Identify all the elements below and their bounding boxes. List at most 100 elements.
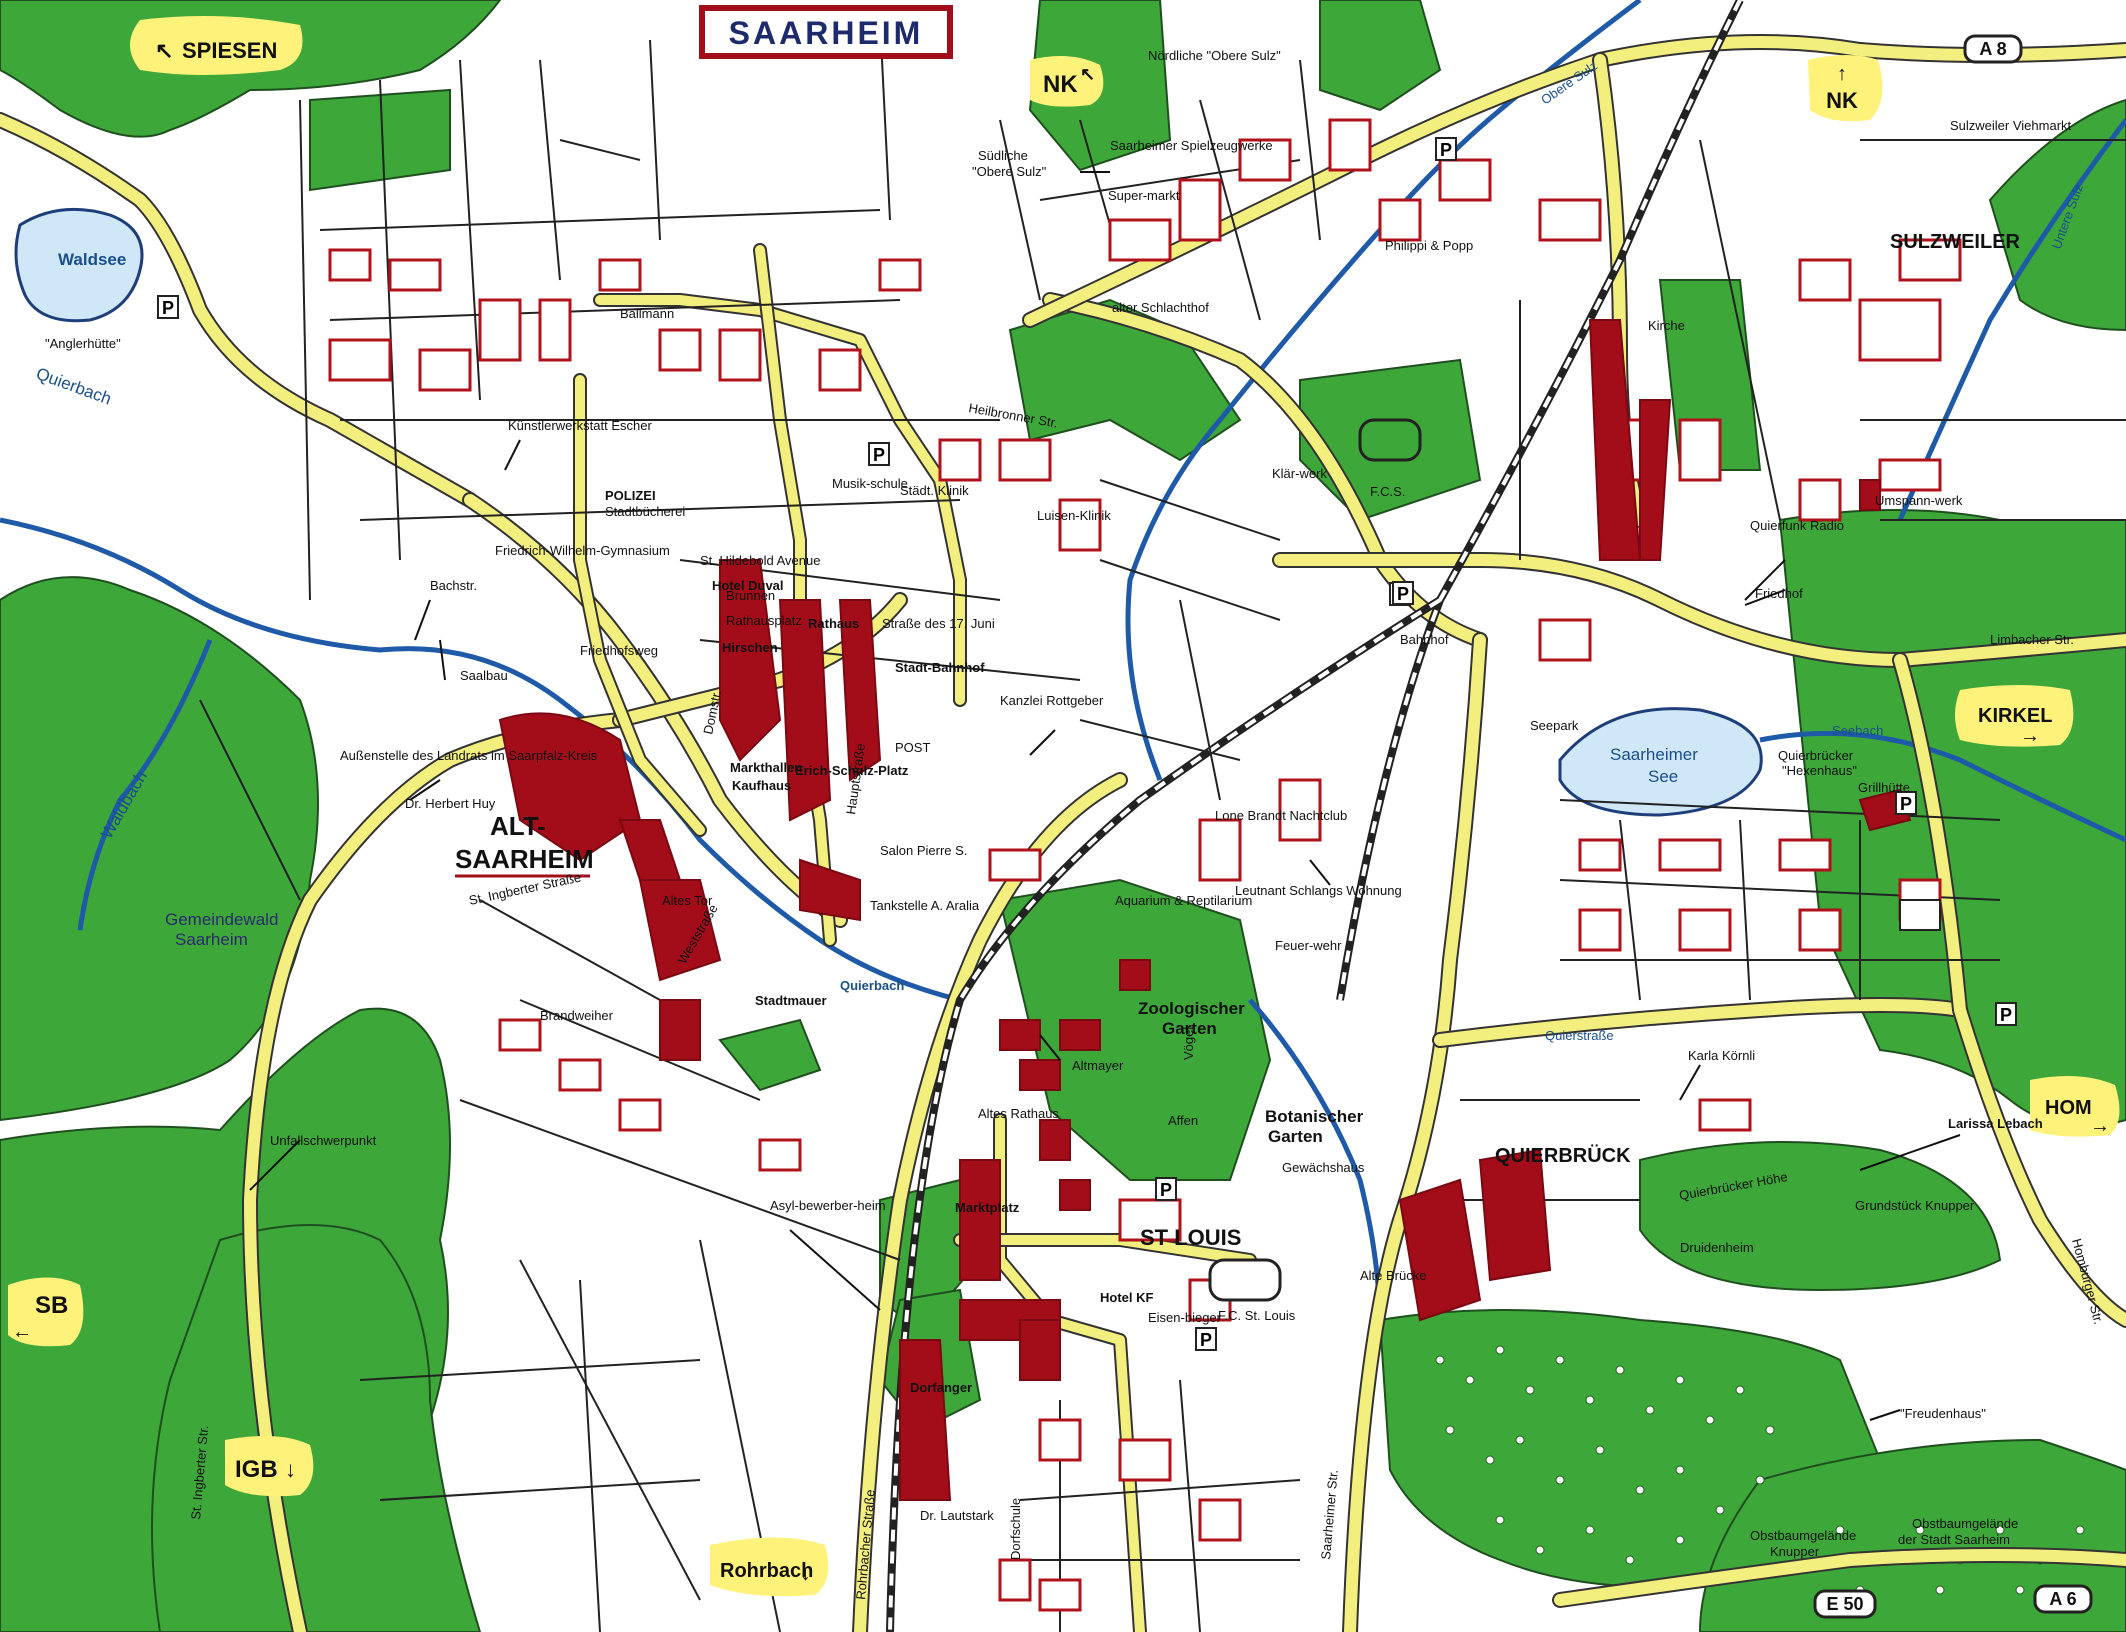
place-label: Straße des 17. Juni — [882, 616, 995, 631]
parking-icon: P — [1195, 1327, 1217, 1351]
shield-a6-label: A 6 — [2049, 1589, 2076, 1609]
badge-nk-top[interactable]: NK ↖ — [1030, 56, 1104, 107]
place-label: Hirschen — [722, 640, 778, 655]
badge-spiesen-arrow: ↖ — [155, 38, 173, 63]
parking-icon: P — [1155, 1177, 1177, 1201]
place-label: Aquarium & Reptilarium — [1115, 893, 1252, 908]
place-label: Dorfanger — [910, 1380, 972, 1395]
place-label: Kirche — [1648, 318, 1685, 333]
place-label: Seebach — [1832, 723, 1883, 738]
place-label: Obstbaumgelände — [1912, 1516, 2018, 1531]
place-label: Leutnant Schlangs Wohnung — [1235, 883, 1402, 898]
place-label: Hotel KF — [1100, 1290, 1154, 1305]
city-map[interactable]: P P P P P P P P P SAARHEIM ↖ SPIESEN NK … — [0, 0, 2126, 1632]
park-quierbrueck-hill — [1639, 1141, 2002, 1292]
place-label: Brandweiher — [540, 1008, 614, 1023]
svg-text:P: P — [1200, 1330, 1212, 1350]
place-label: F.C.S. — [1370, 484, 1405, 499]
shield-a8-label: A 8 — [1979, 39, 2006, 59]
place-label: Quierbrücker — [1778, 748, 1854, 763]
parking-icon: P — [1995, 1002, 2017, 1026]
place-label: Erich-Schulz-Platz — [795, 763, 909, 778]
shield-e50: E 50 — [1813, 1589, 1877, 1619]
svg-text:P: P — [873, 445, 885, 465]
badge-kirkel-label: KIRKEL — [1978, 705, 2052, 727]
place-label: Südliche — [978, 148, 1028, 163]
tennis-court — [1899, 899, 1941, 931]
place-label: Nördliche "Obere Sulz" — [1148, 48, 1281, 63]
place-label: Altmayer — [1072, 1058, 1124, 1073]
place-label: Sulzweiler Viehmarkt — [1950, 118, 2072, 133]
place-label: Klär-werk — [1272, 466, 1327, 481]
map-title-box: SAARHEIM — [699, 5, 953, 59]
map-title: SAARHEIM — [729, 15, 924, 51]
stadium-fcs — [1358, 418, 1422, 462]
place-label: Druidenheim — [1680, 1240, 1754, 1255]
badge-sb[interactable]: SB ← — [8, 1277, 84, 1347]
place-label: Limbacher Str. — [1990, 632, 2074, 647]
svg-text:P: P — [2000, 1005, 2012, 1025]
place-label: Saarheimer Spielzeugwerke — [1110, 138, 1273, 153]
place-label: Markthallen — [730, 760, 802, 775]
place-label: Seepark — [1530, 718, 1579, 733]
badge-rohrbach-arrow: ↓ — [800, 1560, 811, 1585]
badge-hom[interactable]: HOM → — [2030, 1076, 2120, 1137]
place-label: Affen — [1168, 1113, 1198, 1128]
place-label: Dr. Herbert Huy — [405, 796, 496, 811]
place-label: Altes Rathaus — [978, 1106, 1059, 1121]
place-label: "Anglerhütte" — [45, 336, 121, 351]
place-label: Saarheimer Str. — [1318, 1469, 1341, 1560]
place-label: "Obere Sulz" — [972, 164, 1047, 179]
badge-sb-label: SB — [35, 1292, 68, 1319]
place-label: Saarheimer — [1610, 745, 1698, 764]
place-label: Kaufhaus — [732, 778, 791, 793]
badge-nk-top-label: NK — [1043, 71, 1078, 98]
badge-kirkel[interactable]: KIRKEL → — [1955, 685, 2074, 747]
park-top-right-small — [1319, 0, 1442, 112]
place-label: Larissa Lebach — [1948, 1116, 2043, 1131]
place-label: St. Hildebold Avenue — [700, 553, 820, 568]
place-label: Bahnhof — [1400, 632, 1449, 647]
badge-nk-top-arrow: ↖ — [1080, 64, 1095, 84]
place-label: Knupper — [1770, 1544, 1820, 1559]
badge-spiesen[interactable]: ↖ SPIESEN — [130, 16, 303, 75]
badge-nk-right[interactable]: ↑ NK — [1808, 55, 1883, 122]
district-label: QUIERBRÜCK — [1495, 1144, 1631, 1167]
place-label: Stadtbücherei — [605, 504, 685, 519]
place-label: Lone Brandt Nachtclub — [1215, 808, 1347, 823]
place-label: Marktplatz — [955, 1200, 1020, 1215]
place-label: Rathaus — [808, 616, 859, 631]
badge-kirkel-arrow: → — [2020, 725, 2040, 747]
shield-a8: A 8 — [1963, 34, 2023, 64]
place-label: Garten — [1268, 1127, 1323, 1146]
place-label: Friedhofsweg — [580, 643, 658, 658]
place-label: Quierstraße — [1545, 1028, 1614, 1043]
place-label: Eisen-bieger — [1148, 1310, 1222, 1325]
svg-text:P: P — [1160, 1180, 1172, 1200]
place-label: Unfallschwerpunkt — [270, 1133, 377, 1148]
place-label: Vögel — [1181, 1027, 1196, 1060]
place-label: Zoologischer — [1138, 999, 1245, 1018]
place-label: Städt. Klinik — [900, 483, 969, 498]
shield-a6: A 6 — [2033, 1584, 2093, 1614]
place-label: Ballmann — [620, 306, 674, 321]
place-label: Quierbach — [34, 364, 114, 409]
place-label: Philippi & Popp — [1385, 238, 1473, 253]
badge-igb[interactable]: IGB ↓ — [225, 1436, 314, 1497]
place-label: Hauptstraße — [843, 742, 868, 815]
place-label: Kanzlei Rottgeber — [1000, 693, 1104, 708]
badge-hom-arrow: → — [2090, 1115, 2110, 1137]
place-label: Grillhütte — [1858, 780, 1910, 795]
place-label: Bachstr. — [430, 578, 477, 593]
place-label: See — [1648, 767, 1678, 786]
park-alt-saarheim — [718, 1018, 822, 1092]
badge-rohrbach[interactable]: Rohrbach ↓ — [710, 1537, 829, 1597]
place-label: Quierfunk Radio — [1750, 518, 1844, 533]
place-label: Super-markt — [1108, 188, 1180, 203]
place-label: Stadtmauer — [755, 993, 827, 1008]
place-label: POST — [895, 740, 930, 755]
stadium-fc-st-louis — [1208, 1258, 1282, 1302]
place-label: der Stadt Saarheim — [1898, 1532, 2010, 1547]
place-label: Musik-schule — [832, 476, 908, 491]
parking-icon: P — [157, 295, 179, 319]
